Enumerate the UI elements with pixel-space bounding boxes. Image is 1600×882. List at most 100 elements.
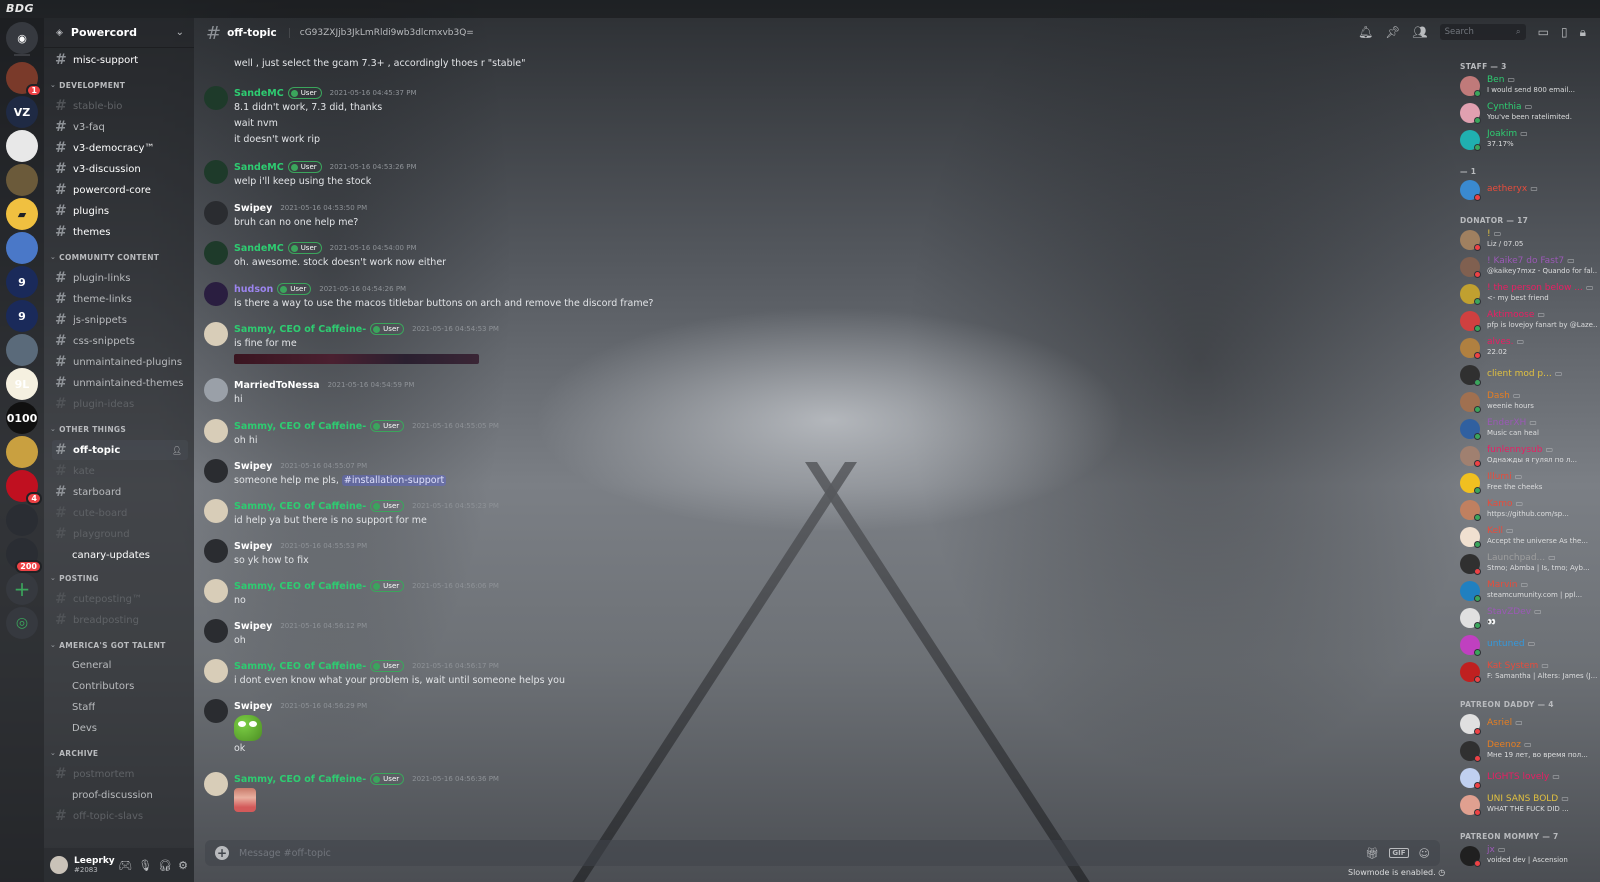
member-item[interactable]: alves. ▭ 22.02 — [1460, 336, 1596, 360]
message-author[interactable]: Swipey — [234, 621, 272, 632]
avatar[interactable] — [204, 160, 228, 184]
avatar[interactable] — [204, 378, 228, 402]
channel-item[interactable]: # misc-support — [52, 50, 188, 70]
member-item[interactable]: Dash ▭ weenie hours — [1460, 390, 1596, 414]
message-composer[interactable]: + Message #off-topic 🎁︎ GIF ☺ — [205, 840, 1440, 866]
channel-item[interactable]: # off-topic 👤︎ — [52, 440, 188, 460]
server-icon[interactable]: 200 — [6, 538, 42, 573]
channel-item[interactable]: # css-snippets — [52, 331, 188, 351]
server-icon[interactable] — [6, 232, 38, 264]
avatar[interactable] — [204, 619, 228, 643]
message-author[interactable]: Sammy, CEO of Caffeine- — [234, 501, 366, 512]
add-server-button[interactable]: + — [6, 573, 38, 605]
channel-item[interactable]: # powercord-core — [52, 180, 188, 200]
avatar[interactable] — [204, 659, 228, 683]
channel-item[interactable]: # cute-board — [52, 503, 188, 523]
lock-icon[interactable]: 🔒︎ — [1580, 25, 1586, 40]
pin-icon[interactable]: 📌︎ — [1385, 25, 1400, 39]
avatar[interactable] — [204, 459, 228, 483]
server-icon[interactable]: 9 — [6, 300, 38, 332]
avatar[interactable] — [204, 282, 228, 306]
channel-category[interactable]: ⌄ ARCHIVE — [50, 746, 190, 760]
channel-item[interactable]: # v3-discussion — [52, 159, 188, 179]
search-input[interactable]: Search ⌕ — [1439, 24, 1526, 40]
members-icon[interactable]: 👥︎ — [1412, 25, 1427, 39]
avatar[interactable] — [204, 241, 228, 265]
channel-item[interactable]: Contributors — [52, 676, 188, 696]
upload-plus-icon[interactable]: + — [215, 846, 229, 860]
channel-topic[interactable]: cG93ZXJjb3JkLmRldi9wb3dlcmxvb3Q= — [288, 28, 474, 38]
server-icon[interactable]: 9 — [6, 266, 38, 298]
channel-category[interactable]: ⌄ AMERICA'S GOT TALENT — [50, 638, 190, 652]
message-author[interactable]: Swipey — [234, 541, 272, 552]
member-item[interactable]: Kat System ▭ F: Samantha | Alters: James (… — [1460, 660, 1597, 684]
explore-servers-button[interactable]: ◎ — [6, 607, 38, 639]
member-item[interactable]: Aktimoose ▭ pfp is lovejoy fanart by @Laze… — [1460, 309, 1597, 333]
avatar[interactable] — [204, 499, 228, 523]
channel-item[interactable]: Devs — [52, 718, 188, 738]
gift-icon[interactable]: 🎁︎ — [1365, 847, 1379, 860]
member-item[interactable]: jx ▭ voided dev | Ascension — [1460, 844, 1596, 868]
channel-item[interactable]: # stable-bio — [52, 96, 188, 116]
avatar[interactable] — [204, 699, 228, 723]
member-item[interactable]: Deenoz ▭ Мне 19 лет, во время пол... — [1460, 739, 1596, 763]
image-attachment[interactable] — [234, 354, 479, 364]
microphone-icon[interactable]: 🎙︎ — [138, 859, 152, 872]
avatar[interactable] — [50, 856, 68, 874]
channel-item[interactable]: # js-snippets — [52, 310, 188, 330]
avatar[interactable] — [204, 579, 228, 603]
member-item[interactable]: Kamo ▭ https://github.com/sp... — [1460, 498, 1596, 522]
avatar[interactable] — [204, 86, 228, 110]
channel-category[interactable]: ⌄ DEVELOPMENT — [50, 78, 190, 92]
message-author[interactable]: Swipey — [234, 203, 272, 214]
member-item[interactable]: aetheryx ▭ — [1460, 178, 1596, 202]
member-item[interactable]: Asriel ▭ — [1460, 712, 1596, 736]
bell-icon[interactable]: 🔔︎ — [1358, 25, 1373, 39]
message-input[interactable]: Message #off-topic — [239, 848, 1365, 859]
message-author[interactable]: MarriedToNessa — [234, 380, 320, 391]
avatar[interactable] — [204, 322, 228, 346]
channel-item[interactable]: # starboard — [52, 482, 188, 502]
channel-item[interactable]: # v3-democracy™ — [52, 138, 188, 158]
message-author[interactable]: Sammy, CEO of Caffeine- — [234, 581, 366, 592]
server-icon[interactable]: 9L — [6, 368, 38, 400]
message-author[interactable]: Sammy, CEO of Caffeine- — [234, 661, 366, 672]
gamepad-icon[interactable]: 🎮︎ — [118, 859, 132, 872]
member-item[interactable]: Kell ▭ Accept the universe As the... — [1460, 525, 1596, 549]
message-author[interactable]: hudson — [234, 284, 273, 295]
channel-item[interactable]: # cuteposting™ — [52, 589, 188, 609]
channel-item[interactable]: # off-topic-slavs — [52, 806, 188, 826]
message-author[interactable]: Sammy, CEO of Caffeine- — [234, 774, 366, 785]
channel-item[interactable]: # kate — [52, 461, 188, 481]
server-icon[interactable] — [6, 504, 38, 536]
message-author[interactable]: Swipey — [234, 701, 272, 712]
invite-icon[interactable]: 👤︎ — [172, 446, 182, 455]
channel-item[interactable]: # breadposting — [52, 610, 188, 630]
member-item[interactable]: Illumi ▭ Free the cheeks — [1460, 471, 1596, 495]
message-author[interactable]: Sammy, CEO of Caffeine- — [234, 324, 366, 335]
channel-item[interactable]: # plugins — [52, 201, 188, 221]
channel-category[interactable]: ⌄ OTHER THINGS — [50, 422, 190, 436]
member-item[interactable]: Cynthia ▭ You've been ratelimited. — [1460, 101, 1596, 125]
avatar[interactable] — [204, 419, 228, 443]
member-item[interactable]: client mod p... ▭ — [1460, 363, 1596, 387]
channel-item[interactable]: # theme-links — [52, 289, 188, 309]
chevron-down-icon[interactable]: ⌄ — [176, 27, 184, 38]
server-icon[interactable] — [6, 130, 38, 162]
gif-icon[interactable]: GIF — [1389, 848, 1409, 858]
inbox-icon[interactable]: ▭ — [1538, 25, 1549, 39]
member-item[interactable]: funlennysub ▭ Однажды я гулял по л... — [1460, 444, 1596, 468]
member-item[interactable]: ! the person below ... ▭ <- my best friend — [1460, 282, 1596, 306]
channel-item[interactable]: # unmaintained-themes — [52, 373, 188, 393]
channel-category[interactable]: ⌄ COMMUNITY CONTENT — [50, 250, 190, 264]
gear-icon[interactable]: ⚙ — [178, 859, 188, 872]
avatar[interactable] — [204, 772, 228, 796]
channel-item[interactable]: canary-updates — [52, 545, 188, 565]
member-item[interactable]: EnderXH ▭ Music can heal — [1460, 417, 1596, 441]
server-icon[interactable]: 4 — [6, 470, 42, 505]
channel-mention[interactable]: #installation-support — [341, 475, 447, 486]
emoji-icon[interactable]: ☺ — [1419, 847, 1430, 860]
channel-item[interactable]: Staff — [52, 697, 188, 717]
server-icon[interactable]: VZ — [6, 96, 38, 128]
member-item[interactable]: ! Kaike7 do Fast7 ▭ @kaikey7mxz - Quando f… — [1460, 255, 1597, 279]
